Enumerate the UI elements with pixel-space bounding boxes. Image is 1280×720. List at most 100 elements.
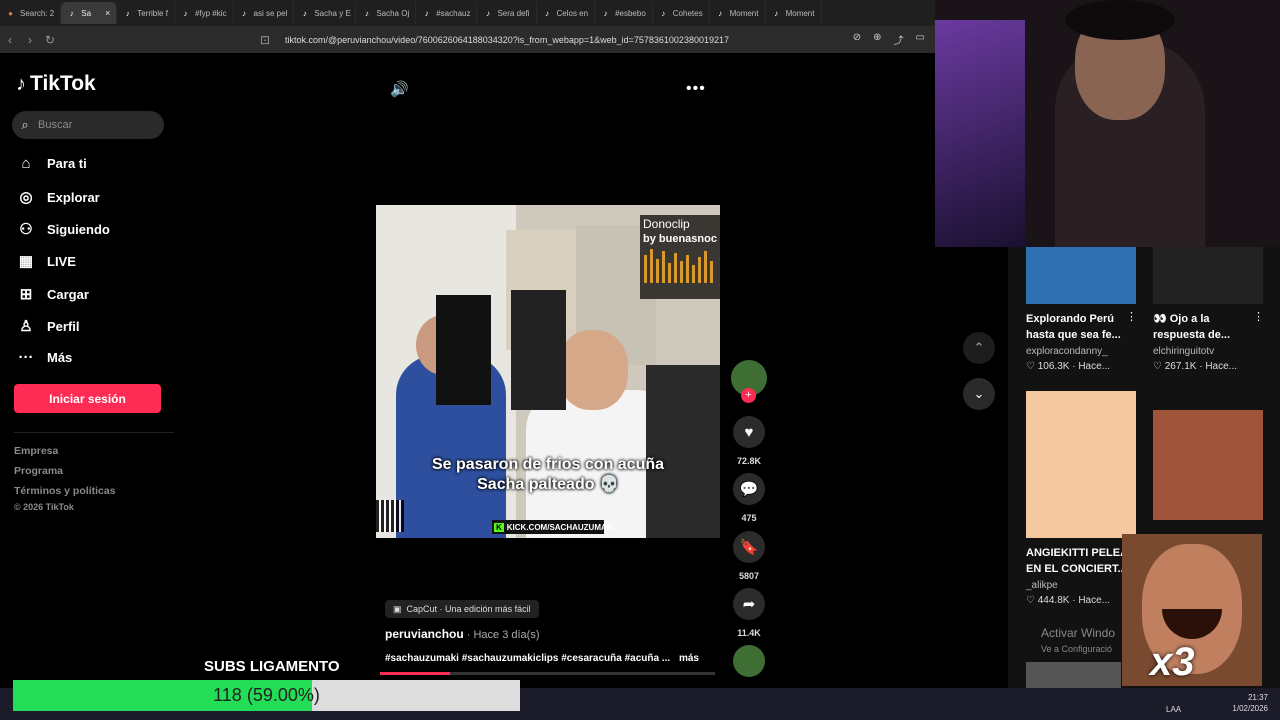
tiktok-icon: ♪ <box>718 8 723 18</box>
video-progress[interactable] <box>380 672 715 675</box>
browser-tab[interactable]: ♪ #fyp #kic <box>175 2 234 24</box>
card-menu-icon[interactable]: ⋮ <box>1253 310 1264 323</box>
tiktok-icon: ♪ <box>242 8 247 18</box>
nav-item-live[interactable]: ▦ LIVE <box>17 252 76 270</box>
hashtag-text[interactable]: #sachauzumaki #sachauzumakiclips #cesara… <box>385 653 670 664</box>
system-clock[interactable]: 21:37 1/02/2026 <box>1232 692 1268 714</box>
save-count: 5807 <box>738 571 760 581</box>
card-thumbnail[interactable] <box>1026 247 1136 304</box>
browser-tab[interactable]: ♪ Moment <box>766 2 822 24</box>
video-author[interactable]: peruvianchou · Hace 3 día(s) <box>385 627 540 641</box>
tab-bar: ● Search: 2 ♪ Sa × ♪ Terrible f ♪ #fyp #kic ♪ asi … <box>0 0 935 26</box>
browser-tab[interactable]: ♪ Sa × <box>61 2 118 24</box>
zoom-icon[interactable]: ⊕ <box>873 32 881 47</box>
tracking-icon[interactable]: ⊘ <box>853 32 861 47</box>
author-name[interactable]: peruvianchou <box>385 627 464 641</box>
kick-text: KICK.COM/SACHAUZUMAKI <box>506 522 615 532</box>
nav-item-para-ti[interactable]: ⌂ Para ti <box>17 155 86 172</box>
bookmark-icon: 🔖 <box>733 531 765 563</box>
card-title[interactable]: 👀 Ojo a la respuesta de... <box>1153 311 1259 343</box>
activate-windows-sub: Ve a Configuració <box>1041 644 1113 654</box>
browser-tab[interactable]: ♪ Terrible f <box>117 2 175 24</box>
footer-link-programa[interactable]: Programa <box>14 465 63 477</box>
comment-button[interactable]: 💬 475 <box>732 473 766 523</box>
tab-label: #fyp #kic <box>194 8 227 18</box>
nav-label: Siguiendo <box>47 221 110 237</box>
save-button[interactable]: 🔖 5807 <box>732 531 766 581</box>
subs-goal-title: SUBS LIGAMENTO <box>204 658 340 675</box>
card-user[interactable]: _alikpe <box>1026 580 1058 591</box>
nav-item-siguiendo[interactable]: ⚇ Siguiendo <box>17 220 110 238</box>
card-thumbnail[interactable] <box>1026 662 1121 688</box>
browser-tab[interactable]: ♪ #sachauz <box>416 2 478 24</box>
browser-tab[interactable]: ♪ Moment <box>710 2 766 24</box>
footer-link-terms[interactable]: Términos y políticas <box>14 485 116 497</box>
browser-tab[interactable]: ♪ asi se pel <box>234 2 295 24</box>
card-user[interactable]: exploracondanny_ <box>1026 346 1108 357</box>
scroll-up-button[interactable]: ⌃ <box>963 332 995 364</box>
tiktok-icon: ♪ <box>16 72 26 95</box>
tab-label: Sacha y E <box>314 8 351 18</box>
home-icon: ⌂ <box>21 155 31 172</box>
nav-item-cargar[interactable]: ⊞ Cargar <box>17 285 89 303</box>
nav-item-perfil[interactable]: ♙ Perfil <box>17 317 79 335</box>
browser-tab[interactable]: ♪ Sera defi <box>477 2 537 24</box>
capcut-text: CapCut · Una edición más fácil <box>406 604 531 614</box>
browser-tab[interactable]: ♪ Celos en <box>537 2 596 24</box>
compass-icon: ◎ <box>19 189 33 206</box>
like-button[interactable]: ♥ 72.8K <box>732 416 766 466</box>
browser-tab[interactable]: ♪ Sacha y E <box>294 2 357 24</box>
close-tab-icon[interactable]: × <box>105 8 110 18</box>
reload-icon[interactable]: ↻ <box>40 33 60 47</box>
card-title[interactable]: ANGIEKITTI PELEA EN EL CONCIERT... <box>1026 545 1132 577</box>
nav-item-explorar[interactable]: ◎ Explorar <box>17 188 99 206</box>
footer-link-empresa[interactable]: Empresa <box>14 445 58 457</box>
card-thumbnail[interactable] <box>1026 391 1136 538</box>
follow-plus-icon[interactable]: + <box>741 388 756 403</box>
forward-icon[interactable]: › <box>20 33 40 47</box>
share-button[interactable]: ➦ 11.4K <box>732 588 766 638</box>
card-thumbnail[interactable] <box>1153 410 1263 520</box>
bookmark-icon[interactable]: ⊡ <box>255 33 275 47</box>
card-user[interactable]: elchiringuitotv <box>1153 346 1214 357</box>
more-options-icon[interactable]: ••• <box>686 80 706 98</box>
more-link[interactable]: más <box>679 653 699 664</box>
back-icon[interactable]: ‹ <box>0 33 20 47</box>
screen-icon[interactable]: ▭ <box>916 32 925 47</box>
tiktok-icon: ♪ <box>183 8 188 18</box>
share-icon[interactable]: ⤴ <box>894 32 904 47</box>
tiktok-icon: ♪ <box>603 8 608 18</box>
keyboard-language[interactable]: LAA <box>1166 705 1181 714</box>
volume-icon[interactable]: 🔊 <box>390 80 409 98</box>
scroll-down-button[interactable]: ⌄ <box>963 378 995 410</box>
url-field[interactable]: tiktok.com/@peruvianchou/video/760062606… <box>285 35 729 45</box>
waveform-icon <box>644 249 713 283</box>
tiktok-logo[interactable]: ♪ TikTok <box>16 72 96 96</box>
card-thumbnail[interactable] <box>1153 247 1263 304</box>
logo-text: TikTok <box>30 72 96 95</box>
tab-label: #sachauz <box>436 8 471 18</box>
nav-label: LIVE <box>47 253 76 269</box>
live-icon: ▦ <box>18 253 34 270</box>
login-button[interactable]: Iniciar sesión <box>14 384 161 413</box>
copyright: © 2026 TikTok <box>14 502 74 512</box>
browser-tab[interactable]: ♪ Cohetes <box>653 2 710 24</box>
card-stats: ♡ 267.1K · Hace... <box>1153 361 1238 372</box>
browser-tab[interactable]: ♪ #esbebo <box>595 2 653 24</box>
browser-tab[interactable]: ● Search: 2 <box>0 2 62 24</box>
tab-label: Sacha Oj <box>376 8 410 18</box>
donoclip-watermark: Donoclip by buenasnoc <box>640 215 720 299</box>
capcut-badge[interactable]: ▣ CapCut · Una edición más fácil <box>385 600 539 618</box>
search-input[interactable]: ⌕ Buscar <box>12 111 164 139</box>
heart-icon: ♥ <box>733 416 765 448</box>
music-avatar[interactable] <box>733 645 765 677</box>
tab-label: Cohetes <box>672 8 703 18</box>
card-title[interactable]: Explorando Perú hasta que sea fe... <box>1026 311 1132 343</box>
meme-x3-text: x3 <box>1150 640 1195 684</box>
tab-label: #esbebo <box>615 8 646 18</box>
nav-item-más[interactable]: ··· Más <box>17 349 73 366</box>
browser-tab[interactable]: ♪ Sacha Oj <box>356 2 417 24</box>
webcam-overlay <box>935 0 1280 247</box>
more-icon: ··· <box>18 349 34 366</box>
card-menu-icon[interactable]: ⋮ <box>1126 310 1137 323</box>
